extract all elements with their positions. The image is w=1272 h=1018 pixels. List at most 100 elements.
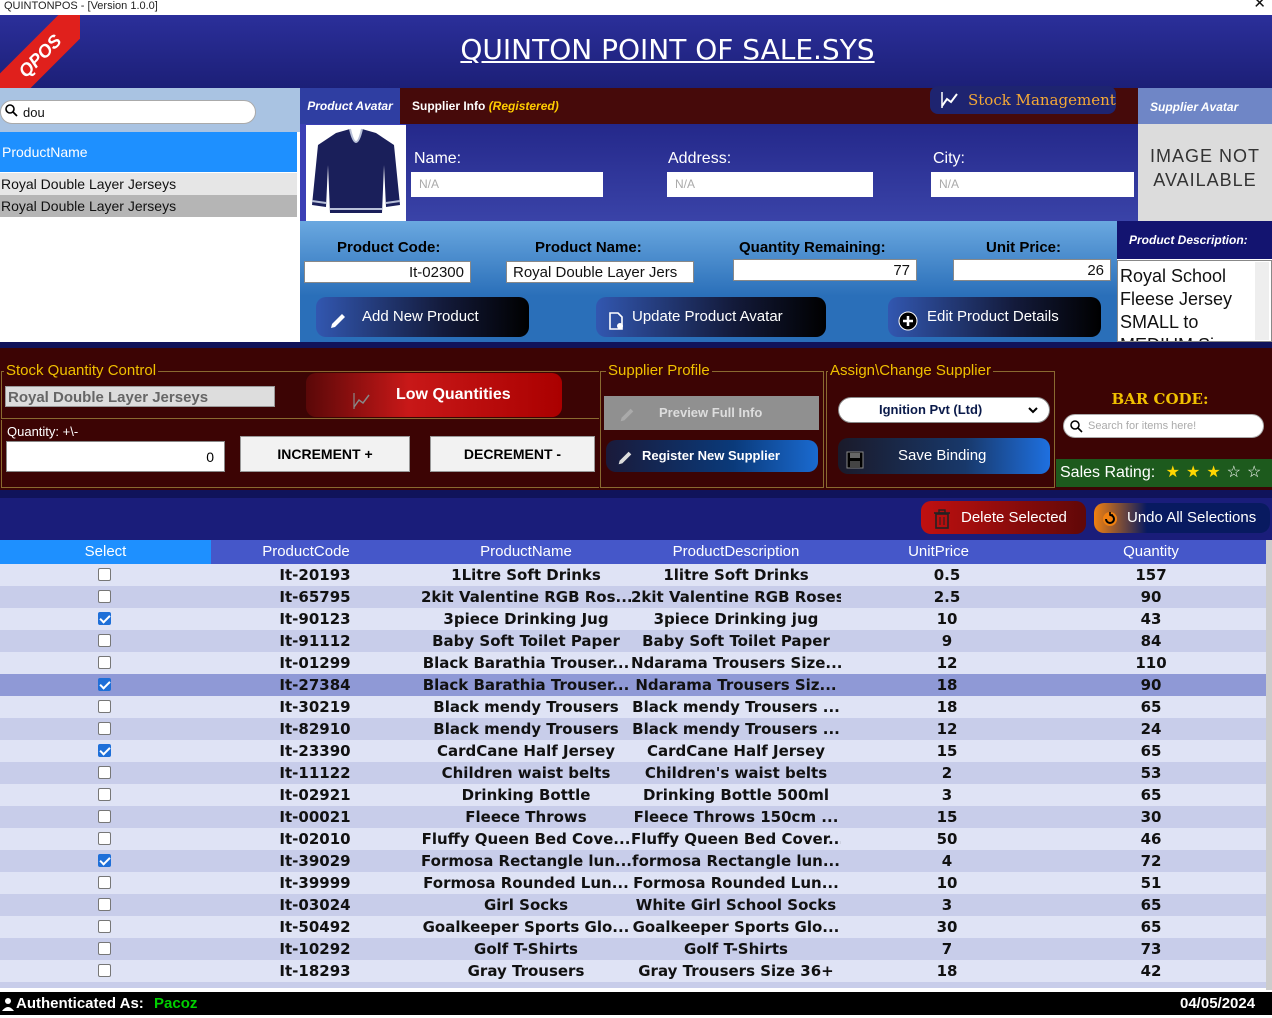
table-row[interactable]: It-01299 Black Barathia Trouser... Ndarama…	[0, 652, 1266, 674]
column-header-productdescription[interactable]: ProductDescription	[631, 540, 841, 564]
row-select-checkbox[interactable]	[98, 678, 111, 691]
cell-name: CardCane Half Jersey	[436, 742, 616, 760]
decrement-button[interactable]: DECREMENT -	[430, 436, 595, 472]
table-row[interactable]: It-30219 Black mendy Trousers Black mendy …	[0, 696, 1266, 718]
row-select-checkbox[interactable]	[98, 964, 111, 977]
table-row[interactable]: It-18293 Gray Trousers Gray Trousers Size …	[0, 960, 1266, 982]
cell-price: 18	[936, 962, 958, 980]
product-code-field[interactable]: It-02300	[304, 261, 471, 283]
low-quantities-button[interactable]: Low Quantities	[306, 373, 562, 417]
preview-full-info-button[interactable]: Preview Full Info	[604, 396, 819, 430]
unit-price-field[interactable]: 26	[953, 259, 1111, 281]
table-row[interactable]: It-39999 Formosa Rounded Lun... Formosa Ro…	[0, 872, 1266, 894]
cell-name: Fluffy Queen Bed Cove...	[421, 830, 631, 848]
table-row[interactable]: It-23390 CardCane Half Jersey CardCane Hal…	[0, 740, 1266, 762]
column-header-unitprice[interactable]: UnitPrice	[841, 540, 1036, 564]
row-select-checkbox[interactable]	[98, 766, 111, 779]
row-select-checkbox[interactable]	[98, 920, 111, 933]
undo-all-selections-button[interactable]: Undo All Selections	[1094, 503, 1270, 533]
row-select-checkbox[interactable]	[98, 568, 111, 581]
cell-name: Goalkeeper Sports Glo...	[422, 918, 630, 936]
supplier-select[interactable]: Ignition Pvt (Ltd)	[838, 397, 1050, 423]
supplier-city-field[interactable]: N/A	[931, 172, 1134, 197]
table-row[interactable]: It-20193 1Litre Soft Drinks 1litre Soft Dr…	[0, 564, 1266, 586]
row-select-checkbox[interactable]	[98, 876, 111, 889]
supplier-name-label: Name:	[414, 150, 462, 167]
delete-selected-button[interactable]: Delete Selected	[921, 501, 1086, 534]
table-row[interactable]: It-90123 3piece Drinking Jug 3piece Drinki…	[0, 608, 1266, 630]
row-select-checkbox[interactable]	[98, 722, 111, 735]
supplier-address-field[interactable]: N/A	[667, 172, 873, 197]
column-header-quantity[interactable]: Quantity	[1036, 540, 1266, 564]
cell-qty: 65	[1140, 896, 1162, 914]
barcode-search-input[interactable]: Search for items here!	[1063, 414, 1264, 438]
column-header-select[interactable]: Select	[0, 540, 211, 564]
product-list-header[interactable]: ProductName	[0, 132, 297, 172]
table-row[interactable]: It-10292 Golf T-Shirts Golf T-Shirts 7 73	[0, 938, 1266, 960]
list-item[interactable]: Royal Double Layer Jerseys	[0, 195, 297, 217]
register-new-supplier-label: Register New Supplier	[642, 448, 780, 463]
update-avatar-button[interactable]: Update Product Avatar	[596, 297, 826, 337]
product-name-field[interactable]: Royal Double Layer Jers	[506, 261, 694, 283]
status-date: 04/05/2024	[1180, 995, 1256, 1012]
table-row[interactable]: It-02921 Drinking Bottle Drinking Bottle 5…	[0, 784, 1266, 806]
stock-product-field[interactable]: Royal Double Layer Jerseys	[5, 386, 275, 407]
product-description-field[interactable]: Royal School Fleese Jersey SMALL to MEDI…	[1117, 260, 1272, 342]
supplier-name-field[interactable]: N/A	[411, 172, 603, 197]
row-select-checkbox[interactable]	[98, 788, 111, 801]
table-row[interactable]: It-91112 Baby Soft Toilet Paper Baby Soft …	[0, 630, 1266, 652]
supplier-avatar-image: IMAGE NOT AVAILABLE	[1138, 124, 1272, 221]
table-row[interactable]: It-11122 Children waist belts Children's w…	[0, 762, 1266, 784]
star-filled-icon: ★	[1185, 464, 1201, 481]
cell-name: Baby Soft Toilet Paper	[432, 632, 620, 650]
cell-qty: 72	[1140, 852, 1162, 870]
row-select-checkbox[interactable]	[98, 634, 111, 647]
register-new-supplier-button[interactable]: Register New Supplier	[606, 440, 818, 472]
supplier-profile-title: Supplier Profile	[606, 362, 712, 379]
product-search-input[interactable]: dou	[0, 100, 256, 124]
stock-management-button[interactable]: Stock Management	[930, 86, 1116, 114]
cell-code: It-01299	[279, 654, 351, 672]
list-item[interactable]: Royal Double Layer Jerseys	[0, 173, 297, 195]
save-binding-button[interactable]: Save Binding	[838, 438, 1050, 474]
row-select-checkbox[interactable]	[98, 832, 111, 845]
add-new-product-button[interactable]: Add New Product	[316, 297, 529, 337]
table-row[interactable]: It-65795 2kit Valentine RGB Ros... 2kit Va…	[0, 586, 1266, 608]
description-scrollbar[interactable]	[1255, 262, 1269, 340]
cell-code: It-30219	[279, 698, 351, 716]
cell-qty: 43	[1140, 610, 1162, 628]
table-row[interactable]: It-39029 Formosa Rectangle lun... formosa …	[0, 850, 1266, 872]
table-row[interactable]: It-03024 Girl Socks White Girl School Sock…	[0, 894, 1266, 916]
product-name-label: Product Name:	[535, 239, 642, 256]
edit-product-details-button[interactable]: Edit Product Details	[888, 297, 1101, 337]
row-select-checkbox[interactable]	[98, 942, 111, 955]
column-header-productcode[interactable]: ProductCode	[211, 540, 401, 564]
cell-qty: 90	[1140, 676, 1162, 694]
row-select-checkbox[interactable]	[98, 700, 111, 713]
table-row[interactable]: It-02010 Fluffy Queen Bed Cove... Fluffy Q…	[0, 828, 1266, 850]
table-row[interactable]: It-50492 Goalkeeper Sports Glo... Goalkeep…	[0, 916, 1266, 938]
column-header-productname[interactable]: ProductName	[421, 540, 631, 564]
row-select-checkbox[interactable]	[98, 810, 111, 823]
quantity-remaining-field[interactable]: 77	[733, 259, 917, 281]
rating-stars: ★ ★ ★ ☆ ☆	[1160, 464, 1262, 481]
cell-qty: 110	[1135, 654, 1167, 672]
row-select-checkbox[interactable]	[98, 656, 111, 669]
cell-price: 15	[936, 808, 958, 826]
table-row[interactable]: It-00021 Fleece Throws Fleece Throws 150cm…	[0, 806, 1266, 828]
quantity-input[interactable]: 0	[6, 441, 225, 472]
grid-scrollbar[interactable]	[1266, 540, 1272, 990]
cell-code: It-90123	[279, 610, 351, 628]
close-icon[interactable]: ✕	[1253, 0, 1266, 11]
row-select-checkbox[interactable]	[98, 744, 111, 757]
table-row[interactable]: It-82910 Black mendy Trousers Black mendy …	[0, 718, 1266, 740]
row-select-checkbox[interactable]	[98, 854, 111, 867]
row-select-checkbox[interactable]	[98, 898, 111, 911]
cell-name: Golf T-Shirts	[474, 940, 578, 958]
row-select-checkbox[interactable]	[98, 612, 111, 625]
table-row[interactable]: It-27384 Black Barathia Trouser... Ndarama…	[0, 674, 1266, 696]
cell-name: Drinking Bottle	[461, 786, 591, 804]
increment-button[interactable]: INCREMENT +	[240, 436, 410, 472]
row-select-checkbox[interactable]	[98, 590, 111, 603]
pencil-icon	[328, 307, 348, 347]
